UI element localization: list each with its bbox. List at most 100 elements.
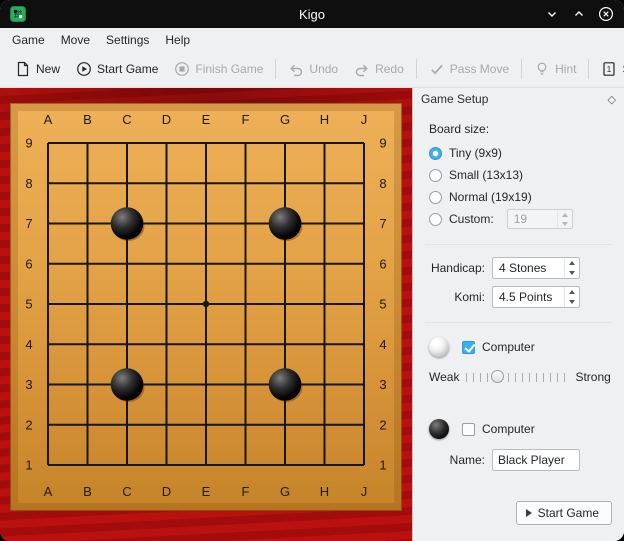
handicap-value: 4 Stones bbox=[493, 258, 564, 278]
black-computer-checkbox[interactable] bbox=[462, 423, 475, 436]
redo-icon bbox=[354, 61, 370, 77]
panel-float-icon[interactable]: ◇ bbox=[608, 93, 616, 106]
komi-up-icon[interactable] bbox=[565, 287, 579, 297]
toolbar-button-start-game[interactable]: Start Game bbox=[68, 55, 166, 83]
svg-text:B: B bbox=[83, 112, 92, 127]
toolbar: NewStart GameFinish GameUndoRedoPass Mov… bbox=[0, 51, 624, 88]
panel-title: Game Setup bbox=[421, 92, 488, 106]
go-stone-black bbox=[269, 368, 302, 401]
black-player-name-input[interactable] bbox=[492, 449, 580, 471]
toolbar-button-label: Undo bbox=[309, 62, 338, 76]
main-content: AABBCCDDEEFFGGHHJJ998877665544332211 Gam… bbox=[0, 88, 624, 541]
toolbar-button-hint: Hint bbox=[526, 55, 584, 83]
white-computer-checkbox[interactable] bbox=[462, 341, 475, 354]
custom-size-spinbox: 19 bbox=[507, 209, 573, 229]
svg-text:J: J bbox=[361, 484, 368, 499]
svg-text:8: 8 bbox=[25, 176, 32, 191]
toolbar-separator bbox=[521, 59, 522, 79]
black-computer-checkrow[interactable]: Computer bbox=[462, 422, 535, 436]
start-game-button[interactable]: Start Game bbox=[516, 501, 612, 525]
strength-slider[interactable] bbox=[466, 369, 568, 385]
toolbar-separator bbox=[275, 59, 276, 79]
radio-label: Custom: bbox=[449, 212, 494, 226]
toolbar-button-pass-move: Pass Move bbox=[421, 55, 517, 83]
handicap-label: Handicap: bbox=[423, 261, 485, 275]
svg-text:C: C bbox=[122, 112, 131, 127]
board-size-option-0[interactable]: Tiny (9x9) bbox=[423, 142, 614, 164]
toolbar-separator bbox=[416, 59, 417, 79]
svg-text:2: 2 bbox=[25, 417, 32, 432]
board-size-options: Tiny (9x9)Small (13x13) Normal (19x19) Cus… bbox=[423, 142, 614, 230]
svg-text:6: 6 bbox=[25, 256, 32, 271]
finish-circle-icon bbox=[174, 61, 190, 77]
svg-text:J: J bbox=[361, 112, 368, 127]
go-stone-black bbox=[111, 368, 144, 401]
radio-button[interactable] bbox=[429, 147, 442, 160]
svg-text:5: 5 bbox=[379, 297, 386, 312]
slider-ticks bbox=[466, 373, 568, 382]
go-board-area: AABBCCDDEEFFGGHHJJ998877665544332211 bbox=[0, 88, 412, 541]
svg-text:A: A bbox=[44, 484, 53, 499]
black-player-row: Computer bbox=[423, 419, 614, 439]
custom-down-icon bbox=[558, 219, 572, 228]
toolbar-button-label: Redo bbox=[375, 62, 404, 76]
handicap-spinbox[interactable]: 4 Stones bbox=[492, 257, 580, 279]
svg-text:G: G bbox=[280, 484, 290, 499]
radio-button[interactable] bbox=[429, 169, 442, 182]
black-computer-label: Computer bbox=[482, 422, 535, 436]
menu-item-settings[interactable]: Settings bbox=[98, 30, 157, 50]
komi-row: Komi: 4.5 Points bbox=[423, 286, 614, 308]
handicap-up-icon[interactable] bbox=[565, 258, 579, 268]
svg-text:A: A bbox=[44, 112, 53, 127]
radio-button[interactable] bbox=[429, 191, 442, 204]
close-icon[interactable] bbox=[598, 6, 614, 22]
svg-text:2: 2 bbox=[379, 417, 386, 432]
menu-item-game[interactable]: Game bbox=[4, 30, 53, 50]
radio-label: Normal (19x19) bbox=[449, 190, 532, 204]
undo-icon bbox=[288, 61, 304, 77]
play-circle-icon bbox=[76, 61, 92, 77]
separator bbox=[425, 322, 612, 323]
board-size-option-3[interactable]: Custom: 19 bbox=[423, 208, 614, 230]
go-board[interactable]: AABBCCDDEEFFGGHHJJ998877665544332211 bbox=[10, 103, 402, 511]
toolbar-button-new[interactable]: New bbox=[7, 55, 68, 83]
toolbar-button-show-move-numbers[interactable]: 1Show Move Numbers bbox=[593, 55, 624, 83]
komi-spinbox[interactable]: 4.5 Points bbox=[492, 286, 580, 308]
svg-text:4: 4 bbox=[379, 337, 386, 352]
board-size-option-1[interactable]: Small (13x13) bbox=[423, 164, 614, 186]
svg-text:1: 1 bbox=[379, 458, 386, 473]
titlebar: Kigo bbox=[0, 0, 624, 28]
svg-text:1: 1 bbox=[25, 458, 32, 473]
checkmark-icon bbox=[429, 61, 445, 77]
white-computer-label: Computer bbox=[482, 340, 535, 354]
start-game-label: Start Game bbox=[538, 506, 599, 520]
slider-handle[interactable] bbox=[491, 370, 504, 383]
board-size-option-2[interactable]: Normal (19x19) bbox=[423, 186, 614, 208]
svg-text:E: E bbox=[202, 484, 211, 499]
board-size-label: Board size: bbox=[429, 122, 614, 136]
toolbar-button-label: Pass Move bbox=[450, 62, 509, 76]
window-controls bbox=[544, 6, 614, 22]
minimize-icon[interactable] bbox=[544, 6, 560, 22]
svg-text:F: F bbox=[242, 484, 250, 499]
svg-text:F: F bbox=[242, 112, 250, 127]
menubar: GameMoveSettingsHelp bbox=[0, 28, 624, 51]
play-arrow-icon bbox=[526, 509, 532, 517]
white-player-row: Computer bbox=[423, 337, 614, 357]
svg-text:9: 9 bbox=[25, 136, 32, 151]
menu-item-move[interactable]: Move bbox=[53, 30, 98, 50]
svg-text:4: 4 bbox=[25, 337, 32, 352]
black-stone-icon bbox=[429, 419, 449, 439]
radio-button[interactable] bbox=[429, 213, 442, 226]
name-row: Name: bbox=[423, 449, 614, 471]
maximize-icon[interactable] bbox=[571, 6, 587, 22]
menu-item-help[interactable]: Help bbox=[157, 30, 198, 50]
move-numbers-icon: 1 bbox=[601, 61, 617, 77]
panel-header: Game Setup ◇ bbox=[413, 88, 624, 110]
svg-text:H: H bbox=[320, 484, 329, 499]
white-computer-checkrow[interactable]: Computer bbox=[462, 340, 535, 354]
komi-down-icon[interactable] bbox=[565, 297, 579, 307]
handicap-down-icon[interactable] bbox=[565, 268, 579, 278]
svg-text:B: B bbox=[83, 484, 92, 499]
svg-text:3: 3 bbox=[25, 377, 32, 392]
